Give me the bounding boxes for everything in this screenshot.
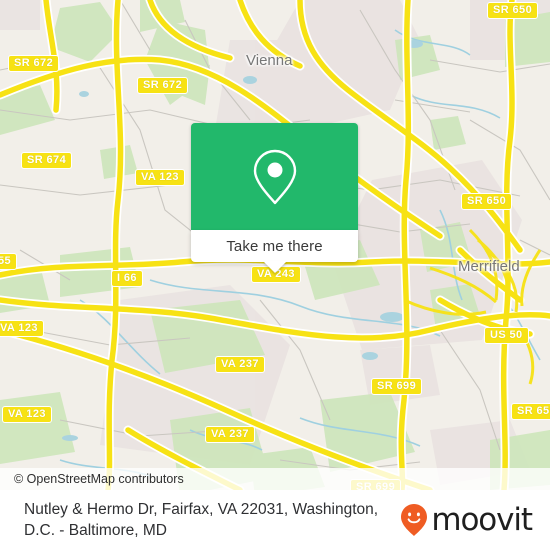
road-shield: SR 650 — [461, 193, 513, 210]
road-shield: SR 650 — [511, 403, 550, 420]
road-shield: SR 650 — [487, 2, 539, 19]
moovit-wordmark: moovit — [431, 501, 533, 538]
place-label: Vienna — [246, 52, 293, 69]
map-pin-icon — [253, 149, 296, 204]
callout-image-panel — [191, 123, 358, 230]
road-shield: SR 672 — [137, 77, 189, 94]
moovit-map-share-card: SR 672 SR 672 SR 674 VA 123 SR 650 SR 650 55 I … — [0, 0, 550, 550]
moovit-logo[interactable]: moovit — [401, 504, 538, 536]
map-view[interactable]: SR 672 SR 672 SR 674 VA 123 SR 650 SR 650 55 I … — [0, 0, 550, 490]
place-label: Merrifield — [458, 258, 520, 275]
destination-callout[interactable]: Take me there — [191, 123, 358, 273]
take-me-there-label: Take me there — [226, 237, 323, 255]
road-shield: SR 672 — [8, 55, 60, 72]
road-shield: VA 237 — [205, 426, 255, 443]
road-shield: 55 — [0, 253, 18, 270]
road-shield: SR 674 — [21, 152, 73, 169]
take-me-there-button[interactable]: Take me there — [191, 230, 358, 273]
road-shield: SR 699 — [371, 378, 423, 395]
map-attribution[interactable]: © OpenStreetMap contributors — [0, 468, 550, 490]
moovit-smiley-pin-icon — [401, 504, 428, 536]
road-shield: VA 123 — [0, 320, 44, 337]
road-shield: VA 123 — [2, 406, 52, 423]
callout-tail — [262, 261, 287, 273]
road-shield: I 66 — [111, 270, 143, 287]
footer-bar: Nutley & Hermo Dr, Fairfax, VA 22031, Wa… — [0, 490, 550, 550]
road-shield: US 50 — [484, 327, 529, 344]
location-title: Nutley & Hermo Dr, Fairfax, VA 22031, Wa… — [24, 501, 379, 539]
road-shield: VA 123 — [135, 169, 185, 186]
road-shield: VA 237 — [215, 356, 265, 373]
